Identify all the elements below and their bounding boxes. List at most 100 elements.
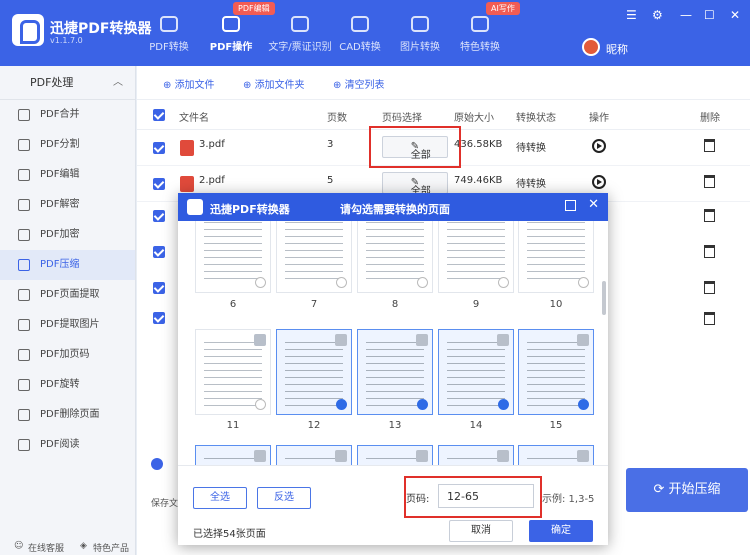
page-thumbnail[interactable] [357, 445, 433, 465]
sidebar-item-decrypt[interactable]: PDF解密 [0, 190, 135, 220]
zoom-icon[interactable] [254, 450, 266, 462]
add-file-button[interactable]: ⊕ 添加文件 [163, 76, 215, 91]
sidebar-item-page-number[interactable]: PDF加页码 [0, 340, 135, 370]
avatar[interactable] [582, 38, 600, 56]
page-range-button[interactable]: 全部 ✎ [382, 172, 448, 197]
row-checkbox[interactable] [153, 246, 165, 258]
customer-service-link[interactable]: 在线客服 [28, 541, 64, 554]
settings-icon[interactable]: ⚙ [652, 8, 663, 22]
row-checkbox[interactable] [153, 210, 165, 222]
add-folder-button[interactable]: ⊕ 添加文件夹 [243, 76, 305, 91]
radio-selected[interactable] [151, 458, 163, 470]
zoom-icon[interactable] [497, 450, 509, 462]
row-checkbox[interactable] [153, 282, 165, 294]
page-thumbnail[interactable] [195, 221, 271, 293]
page-thumbnail[interactable] [276, 445, 352, 465]
page-checkbox[interactable] [336, 399, 347, 410]
page-checkbox[interactable] [498, 399, 509, 410]
sidebar-header[interactable]: PDF处理 ︿ [0, 66, 135, 100]
scrollbar[interactable] [602, 281, 606, 315]
chevron-up-icon[interactable]: ︿ [113, 66, 123, 100]
convert-status: 待转换 [516, 179, 546, 190]
page-checkbox[interactable] [255, 399, 266, 410]
sidebar-item-label: PDF压缩 [40, 259, 80, 270]
user-name[interactable]: 昵称 [606, 41, 628, 57]
page-checkbox[interactable] [255, 277, 266, 288]
app-logo-icon [12, 14, 44, 46]
trash-icon[interactable] [704, 139, 715, 152]
select-all-checkbox[interactable] [153, 109, 165, 121]
page-thumbnail[interactable] [357, 221, 433, 293]
zoom-icon[interactable] [335, 334, 347, 346]
sidebar-item-rotate[interactable]: PDF旋转 [0, 370, 135, 400]
page-thumbnail[interactable] [518, 329, 594, 415]
tab-label: 特色转换 [460, 42, 500, 53]
page-checkbox[interactable] [417, 277, 428, 288]
page-checkbox[interactable] [336, 277, 347, 288]
dialog-header: 迅捷PDF转换器 请勾选需要转换的页面 ✕ [178, 193, 608, 221]
play-icon[interactable] [592, 139, 606, 153]
sidebar-item-edit[interactable]: PDF编辑 [0, 160, 135, 190]
tab-pdf-convert[interactable]: PDF转换 [137, 0, 201, 66]
customer-service-icon[interactable]: ☺ [14, 541, 23, 551]
page-thumbnail[interactable] [195, 329, 271, 415]
trash-icon[interactable] [704, 175, 715, 188]
dialog-footer: 全选 反选 页码: 示例: 1,3-5 已选择54张页面 取消 确定 [178, 465, 608, 545]
minimize-icon[interactable]: — [680, 8, 692, 22]
row-checkbox[interactable] [153, 178, 165, 190]
page-thumbnail[interactable] [438, 221, 514, 293]
sidebar-item-encrypt[interactable]: PDF加密 [0, 220, 135, 250]
sidebar-item-split[interactable]: PDF分割 [0, 130, 135, 160]
page-checkbox[interactable] [578, 399, 589, 410]
maximize-icon[interactable] [565, 200, 576, 211]
page-checkbox[interactable] [417, 399, 428, 410]
select-all-button[interactable]: 全选 [193, 487, 247, 509]
tab-cad-convert[interactable]: CAD转换 [328, 0, 392, 66]
clear-list-button[interactable]: ⊕ 清空列表 [333, 76, 385, 91]
trash-icon[interactable] [704, 281, 715, 294]
zoom-icon[interactable] [416, 450, 428, 462]
tab-ocr[interactable]: 文字/票证识别 [262, 0, 338, 66]
play-icon[interactable] [592, 175, 606, 189]
trash-icon[interactable] [704, 209, 715, 222]
cancel-button[interactable]: 取消 [449, 520, 513, 542]
menu-icon[interactable]: ☰ [626, 8, 637, 22]
trash-icon[interactable] [704, 312, 715, 325]
row-checkbox[interactable] [153, 312, 165, 324]
sidebar-item-read[interactable]: PDF阅读 [0, 430, 135, 460]
zoom-icon[interactable] [254, 334, 266, 346]
confirm-button[interactable]: 确定 [529, 520, 593, 542]
tab-image-convert[interactable]: 图片转换 [388, 0, 452, 66]
page-thumbnail[interactable] [438, 329, 514, 415]
maximize-icon[interactable]: ☐ [704, 8, 715, 22]
sidebar-item-merge[interactable]: PDF合并 [0, 100, 135, 130]
invert-selection-button[interactable]: 反选 [257, 487, 311, 509]
feature-products-icon[interactable]: ◈ [80, 541, 87, 551]
zoom-icon[interactable] [577, 450, 589, 462]
page-thumbnail[interactable] [276, 221, 352, 293]
page-thumbnail[interactable] [438, 445, 514, 465]
page-thumbnail[interactable] [518, 221, 594, 293]
close-icon[interactable]: ✕ [588, 197, 599, 212]
page-thumbnail[interactable] [195, 445, 271, 465]
page-checkbox[interactable] [498, 277, 509, 288]
zoom-icon[interactable] [577, 334, 589, 346]
page-thumbnail[interactable] [276, 329, 352, 415]
zoom-icon[interactable] [497, 334, 509, 346]
page-thumbnail[interactable] [357, 329, 433, 415]
sidebar-item-extract-page[interactable]: PDF页面提取 [0, 280, 135, 310]
zoom-icon[interactable] [335, 450, 347, 462]
row-checkbox[interactable] [153, 142, 165, 154]
zoom-icon[interactable] [416, 334, 428, 346]
start-compress-button[interactable]: ⟳ 开始压缩 [626, 468, 748, 512]
page-thumbnail[interactable] [518, 445, 594, 465]
trash-icon[interactable] [704, 245, 715, 258]
close-icon[interactable]: ✕ [730, 8, 740, 22]
sidebar-item-compress[interactable]: PDF压缩 [0, 250, 135, 280]
sidebar-item-delete-page[interactable]: PDF删除页面 [0, 400, 135, 430]
column-header: 页数 [327, 113, 347, 124]
highlight-box [404, 476, 542, 518]
feature-products-link[interactable]: 特色产品 [93, 541, 129, 554]
sidebar-item-extract-image[interactable]: PDF提取图片 [0, 310, 135, 340]
page-checkbox[interactable] [578, 277, 589, 288]
